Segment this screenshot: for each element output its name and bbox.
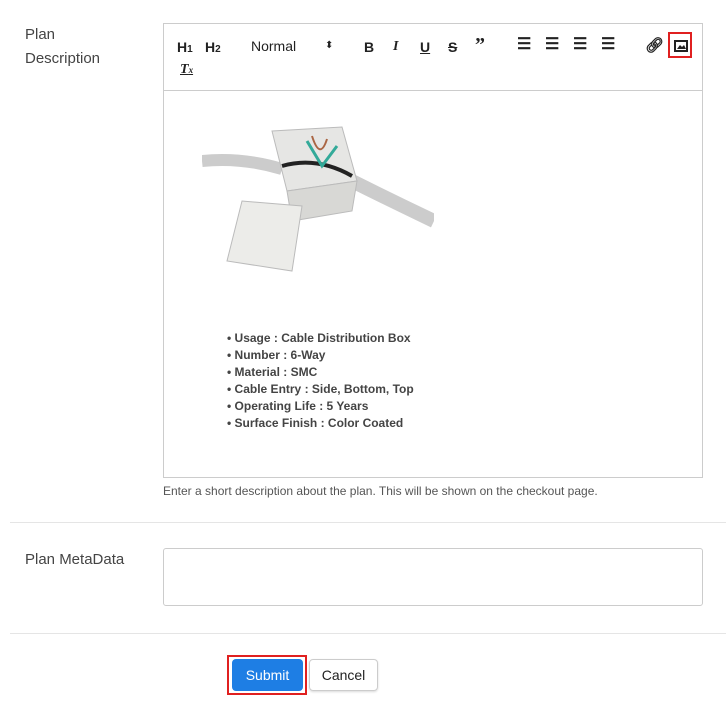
h2-button[interactable]: H2 — [205, 37, 221, 60]
image-button-highlight — [668, 32, 692, 58]
spec-item: Usage : Cable Distribution Box — [227, 330, 414, 347]
format-select-value: Normal — [251, 38, 297, 54]
italic-icon[interactable]: I — [393, 37, 398, 57]
label-line: Plan — [25, 26, 56, 43]
junction-box-image — [202, 126, 434, 272]
spec-item: Number : 6-Way — [227, 347, 414, 364]
blockquote-icon[interactable]: ” — [475, 35, 485, 55]
cancel-button[interactable]: Cancel — [309, 659, 378, 691]
divider — [10, 522, 726, 523]
ordered-list-icon[interactable]: ☰ — [517, 35, 531, 55]
spec-item: Cable Entry : Side, Bottom, Top — [227, 381, 414, 398]
rich-text-editor: H1 H2 Normal ⬍ B I U S ” ☰ ☰ ☰ ☰ 🔗︎ Tx Us… — [163, 23, 703, 478]
spec-item: Surface Finish : Color Coated — [227, 415, 414, 432]
plan-description-label: Plan Description — [25, 23, 100, 71]
outdent-icon[interactable]: ☰ — [573, 35, 587, 55]
plan-metadata-label: Plan MetaData — [25, 551, 125, 568]
format-select[interactable]: Normal ⬍ — [251, 36, 333, 56]
spec-list: Usage : Cable Distribution Box Number : … — [227, 330, 414, 432]
spec-item: Material : SMC — [227, 364, 414, 381]
select-arrows-icon: ⬍ — [325, 40, 334, 51]
editor-toolbar: H1 H2 Normal ⬍ B I U S ” ☰ ☰ ☰ ☰ 🔗︎ Tx — [164, 24, 702, 91]
label-line: Description — [25, 50, 101, 67]
underline-icon[interactable]: U — [420, 37, 430, 57]
editor-content[interactable]: Usage : Cable Distribution Box Number : … — [164, 91, 702, 477]
plan-metadata-input[interactable] — [163, 548, 703, 606]
help-text: Enter a short description about the plan… — [163, 484, 598, 498]
clean-format-icon[interactable]: Tx — [180, 60, 193, 80]
spec-item: Operating Life : 5 Years — [227, 398, 414, 415]
bullet-list-icon[interactable]: ☰ — [545, 35, 559, 55]
indent-icon[interactable]: ☰ — [601, 35, 615, 55]
submit-button[interactable]: Submit — [232, 659, 303, 691]
strike-icon[interactable]: S — [448, 37, 457, 57]
bold-icon[interactable]: B — [364, 37, 374, 57]
divider — [10, 633, 726, 634]
h1-button[interactable]: H1 — [177, 37, 193, 60]
link-icon[interactable]: 🔗︎ — [645, 36, 664, 56]
